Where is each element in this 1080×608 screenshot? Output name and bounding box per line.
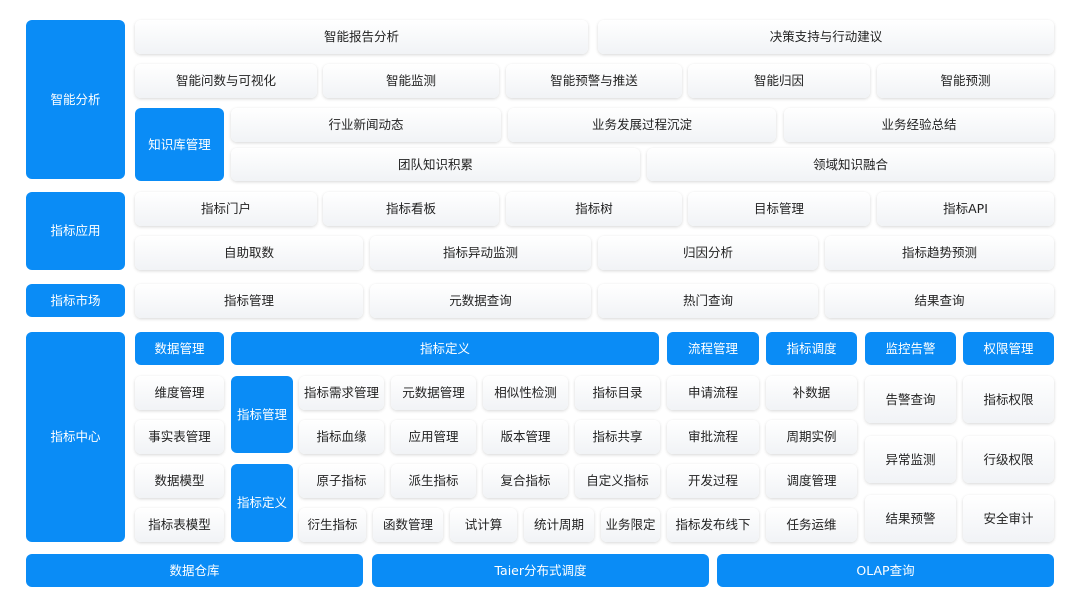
market-card: 指标管理 — [135, 284, 363, 318]
application-card: 自助取数 — [135, 236, 363, 270]
application-card: 指标API — [877, 192, 1054, 226]
metric-management-label: 指标管理 — [231, 376, 293, 453]
kb-card: 团队知识积累 — [231, 148, 640, 181]
analysis-card: 智能监测 — [323, 64, 499, 98]
kb-label: 知识库管理 — [135, 108, 224, 181]
foundation-data-warehouse: 数据仓库 — [26, 554, 363, 587]
monitor-card: 异常监测 — [865, 436, 956, 483]
metric-definition-card: 元数据管理 — [391, 376, 476, 410]
analysis-card: 决策支持与行动建议 — [598, 20, 1054, 54]
metric-definition-card: 自定义指标 — [575, 464, 660, 498]
kb-card: 行业新闻动态 — [231, 108, 501, 142]
schedule-card: 调度管理 — [766, 464, 857, 498]
center-header-permission-management: 权限管理 — [963, 332, 1054, 365]
process-card: 申请流程 — [667, 376, 759, 410]
kb-card: 业务发展过程沉淀 — [508, 108, 776, 142]
schedule-card: 补数据 — [766, 376, 857, 410]
application-card: 目标管理 — [688, 192, 870, 226]
monitor-card: 告警查询 — [865, 376, 956, 423]
analysis-card: 智能预测 — [877, 64, 1054, 98]
metric-definition-label: 指标定义 — [231, 464, 293, 542]
data-management-card: 维度管理 — [135, 376, 224, 410]
kb-card: 业务经验总结 — [784, 108, 1054, 142]
metric-definition-card: 原子指标 — [299, 464, 384, 498]
metric-definition-card: 指标共享 — [575, 420, 660, 454]
application-card: 指标树 — [506, 192, 682, 226]
permission-card: 指标权限 — [963, 376, 1054, 423]
metric-definition-card: 指标需求管理 — [299, 376, 384, 410]
section-label-metric-application: 指标应用 — [26, 192, 125, 270]
metric-definition-card: 相似性检测 — [483, 376, 568, 410]
section-label-intelligent-analysis: 智能分析 — [26, 20, 125, 179]
data-management-card: 数据模型 — [135, 464, 224, 498]
center-header-metric-definition: 指标定义 — [231, 332, 659, 365]
process-card: 指标发布线下 — [667, 508, 759, 542]
process-card: 开发过程 — [667, 464, 759, 498]
metric-definition-card: 版本管理 — [483, 420, 568, 454]
kb-card: 领域知识融合 — [647, 148, 1054, 181]
analysis-card: 智能归因 — [688, 64, 870, 98]
market-card: 热门查询 — [598, 284, 818, 318]
permission-card: 安全审计 — [963, 495, 1054, 542]
monitor-card: 结果预警 — [865, 495, 956, 542]
metric-definition-card: 函数管理 — [373, 508, 443, 542]
application-card: 指标趋势预测 — [825, 236, 1054, 270]
application-card: 指标异动监测 — [370, 236, 591, 270]
center-header-data-management: 数据管理 — [135, 332, 224, 365]
market-card: 结果查询 — [825, 284, 1054, 318]
metric-definition-card: 指标血缘 — [299, 420, 384, 454]
metric-definition-card: 业务限定 — [601, 508, 660, 542]
market-card: 元数据查询 — [370, 284, 591, 318]
analysis-card: 智能问数与可视化 — [135, 64, 317, 98]
foundation-taier-scheduling: Taier分布式调度 — [372, 554, 709, 587]
metric-definition-card: 复合指标 — [483, 464, 568, 498]
metric-definition-card: 指标目录 — [575, 376, 660, 410]
application-card: 归因分析 — [598, 236, 818, 270]
data-management-card: 事实表管理 — [135, 420, 224, 454]
section-label-metric-center: 指标中心 — [26, 332, 125, 542]
metric-definition-card: 应用管理 — [391, 420, 476, 454]
application-card: 指标门户 — [135, 192, 317, 226]
schedule-card: 任务运维 — [766, 508, 857, 542]
center-header-monitor-alert: 监控告警 — [865, 332, 956, 365]
center-header-process-management: 流程管理 — [667, 332, 759, 365]
metric-definition-card: 派生指标 — [391, 464, 476, 498]
analysis-card: 智能预警与推送 — [506, 64, 682, 98]
data-management-card: 指标表模型 — [135, 508, 224, 542]
foundation-olap-query: OLAP查询 — [717, 554, 1054, 587]
analysis-card: 智能报告分析 — [135, 20, 588, 54]
permission-card: 行级权限 — [963, 436, 1054, 483]
metric-definition-card: 统计周期 — [524, 508, 594, 542]
section-label-metric-market: 指标市场 — [26, 284, 125, 317]
metric-definition-card: 衍生指标 — [299, 508, 366, 542]
application-card: 指标看板 — [323, 192, 499, 226]
center-header-metric-scheduling: 指标调度 — [766, 332, 857, 365]
metric-definition-card: 试计算 — [450, 508, 517, 542]
schedule-card: 周期实例 — [766, 420, 857, 454]
process-card: 审批流程 — [667, 420, 759, 454]
